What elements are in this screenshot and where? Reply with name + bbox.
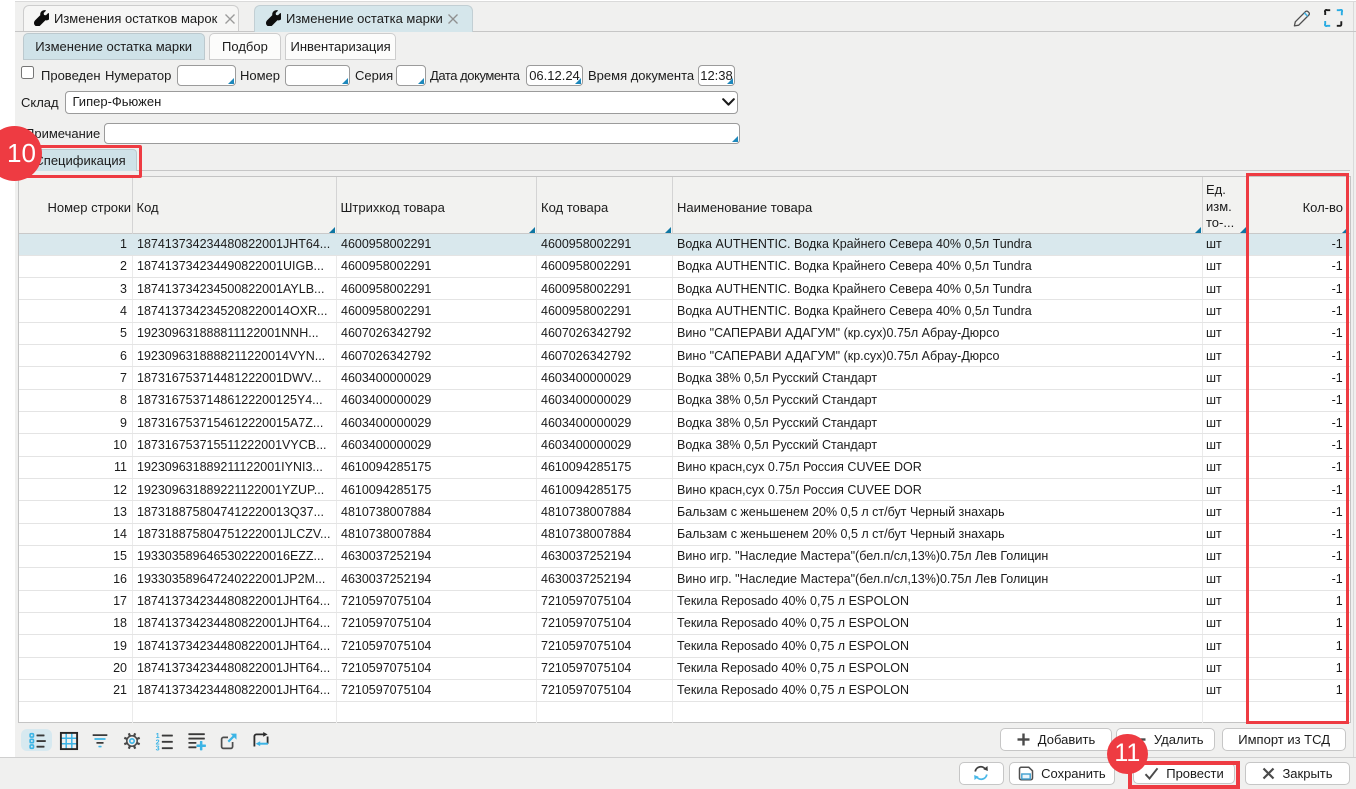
- svg-text:3: 3: [156, 743, 160, 750]
